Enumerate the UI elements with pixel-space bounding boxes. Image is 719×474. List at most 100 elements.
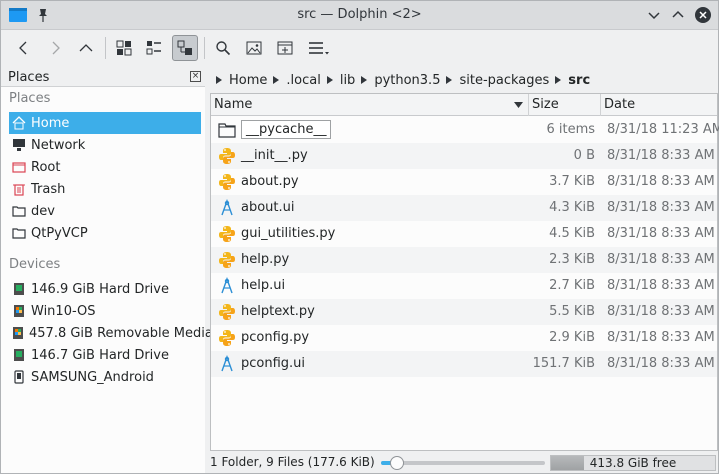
column-name[interactable]: Name <box>211 94 529 116</box>
file-list-view[interactable]: Name Size Date __pycache__ 6 items 8/31/18… <box>210 93 719 451</box>
hard-drive-icon <box>11 347 27 363</box>
zoom-slider[interactable] <box>381 456 545 470</box>
file-date: 8/31/18 8:33 AM <box>607 330 715 345</box>
device-label: 146.7 GiB Hard Drive <box>31 347 169 363</box>
control-menu-button[interactable] <box>304 35 334 61</box>
hard-drive-icon <box>11 281 27 297</box>
python-file-icon <box>218 147 236 165</box>
python-file-icon <box>218 225 236 243</box>
breadcrumb-arrow-icon[interactable] <box>444 75 454 85</box>
close-panel-icon[interactable]: × <box>190 71 201 82</box>
python-file-icon <box>218 251 236 269</box>
compact-view-icon <box>146 41 161 55</box>
ui-file-icon <box>218 198 236 217</box>
close-window-icon[interactable] <box>694 6 712 24</box>
root-folder-icon <box>11 159 27 175</box>
file-row[interactable]: __init__.py 0 B 8/31/18 8:33 AM <box>211 143 717 169</box>
places-panel: Places × Places Home Network Root Trash … <box>1 66 213 473</box>
breadcrumb-arrow-icon[interactable] <box>359 75 369 85</box>
file-name: help.ui <box>241 278 286 293</box>
title-bar[interactable]: src — Dolphin <2> <box>1 1 718 30</box>
file-row[interactable]: help.py 2.3 KiB 8/31/18 8:33 AM <box>211 247 717 273</box>
breadcrumb-site-packages[interactable]: site-packages <box>459 73 549 88</box>
file-size: 2.9 KiB <box>549 330 595 345</box>
icons-view-icon <box>116 40 132 56</box>
status-bar: 1 Folder, 9 Files (177.6 KiB) 413.8 GiB … <box>1 453 718 473</box>
place-item-qtpyvcp[interactable]: QtPyVCP <box>9 222 201 244</box>
python-file-icon <box>218 303 236 321</box>
python-file-icon <box>218 329 236 347</box>
compact-view-button[interactable] <box>141 35 167 61</box>
breadcrumb-python[interactable]: python3.5 <box>374 73 440 88</box>
search-icon <box>216 41 231 56</box>
breadcrumb-arrow-icon[interactable] <box>325 75 335 85</box>
place-item-root[interactable]: Root <box>9 156 201 178</box>
place-label: Home <box>31 115 70 131</box>
file-row[interactable]: about.py 3.7 KiB 8/31/18 8:33 AM <box>211 169 717 195</box>
file-size: 4.5 KiB <box>549 226 595 241</box>
up-button[interactable] <box>73 35 99 61</box>
icons-view-button[interactable] <box>111 35 137 61</box>
file-row[interactable]: pconfig.py 2.9 KiB 8/31/18 8:33 AM <box>211 325 717 351</box>
breadcrumb-current[interactable]: src <box>568 73 590 88</box>
file-size: 151.7 KiB <box>532 356 595 371</box>
folder-icon <box>11 225 27 241</box>
file-name: about.ui <box>241 200 295 215</box>
breadcrumb-home[interactable]: Home <box>229 73 267 88</box>
minimize-icon[interactable] <box>645 6 663 24</box>
file-row[interactable]: about.ui 4.3 KiB 8/31/18 8:33 AM <box>211 195 717 221</box>
free-space-bar[interactable]: 413.8 GiB free <box>550 455 716 471</box>
device-item-hard-drive-2[interactable]: 146.7 GiB Hard Drive <box>9 344 201 366</box>
split-button[interactable] <box>272 35 298 61</box>
place-label: QtPyVCP <box>31 225 88 241</box>
device-item-win10-os[interactable]: Win10-OS <box>9 300 201 322</box>
back-arrow-icon <box>19 41 27 55</box>
breadcrumb-arrow-icon <box>216 76 222 84</box>
forward-button[interactable] <box>42 35 68 61</box>
preview-button[interactable] <box>241 35 267 61</box>
file-name: pconfig.ui <box>241 356 306 371</box>
sort-descending-icon <box>514 102 523 108</box>
device-item-removable-media[interactable]: 457.8 GiB Removable Media <box>9 322 213 344</box>
file-size: 2.3 KiB <box>549 252 595 267</box>
back-button[interactable] <box>11 35 37 61</box>
breadcrumb-local[interactable]: .local <box>286 73 320 88</box>
file-row[interactable]: helptext.py 5.5 KiB 8/31/18 8:33 AM <box>211 299 717 325</box>
details-view-button[interactable] <box>172 35 198 61</box>
file-row[interactable]: gui_utilities.py 4.5 KiB 8/31/18 8:33 AM <box>211 221 717 247</box>
file-size: 3.7 KiB <box>549 174 595 189</box>
folder-icon <box>11 203 27 219</box>
column-size[interactable]: Size <box>529 94 601 116</box>
zoom-slider-handle[interactable] <box>390 456 405 470</box>
windows-drive-icon <box>11 303 27 319</box>
place-item-dev[interactable]: dev <box>9 200 201 222</box>
column-date[interactable]: Date <box>601 94 717 116</box>
forward-arrow-icon <box>52 41 60 55</box>
device-item-samsung-android[interactable]: SAMSUNG_Android <box>9 366 201 388</box>
file-name-edit-field[interactable]: __pycache__ <box>241 120 332 139</box>
file-row[interactable]: help.ui 2.7 KiB 8/31/18 8:33 AM <box>211 273 717 299</box>
file-name: about.py <box>241 174 299 189</box>
place-label: Root <box>31 159 61 175</box>
file-date: 8/31/18 11:23 AM <box>607 122 719 137</box>
device-item-hard-drive-1[interactable]: 146.9 GiB Hard Drive <box>9 278 201 300</box>
removable-drive-icon <box>11 325 25 341</box>
place-item-network[interactable]: Network <box>9 134 201 156</box>
breadcrumb-arrow-icon[interactable] <box>271 75 281 85</box>
file-row[interactable]: pconfig.ui 151.7 KiB 8/31/18 8:33 AM <box>211 351 717 377</box>
status-summary: 1 Folder, 9 Files (177.6 KiB) <box>210 455 375 469</box>
maximize-icon[interactable] <box>669 6 687 24</box>
breadcrumb-arrow-icon[interactable] <box>553 75 563 85</box>
image-preview-icon <box>246 41 262 55</box>
place-item-trash[interactable]: Trash <box>9 178 201 200</box>
dolphin-window: src — Dolphin <2> Places × Places Home N… <box>0 0 719 474</box>
file-size: 0 B <box>573 148 595 163</box>
file-row[interactable]: __pycache__ 6 items 8/31/18 11:23 AM <box>211 117 719 143</box>
search-button[interactable] <box>210 35 236 61</box>
place-item-home[interactable]: Home <box>9 112 201 134</box>
home-icon <box>11 115 27 131</box>
free-space-label: 413.8 GiB free <box>589 456 677 470</box>
file-date: 8/31/18 8:33 AM <box>607 226 715 241</box>
file-date: 8/31/18 8:33 AM <box>607 278 715 293</box>
breadcrumb-lib[interactable]: lib <box>340 73 355 88</box>
